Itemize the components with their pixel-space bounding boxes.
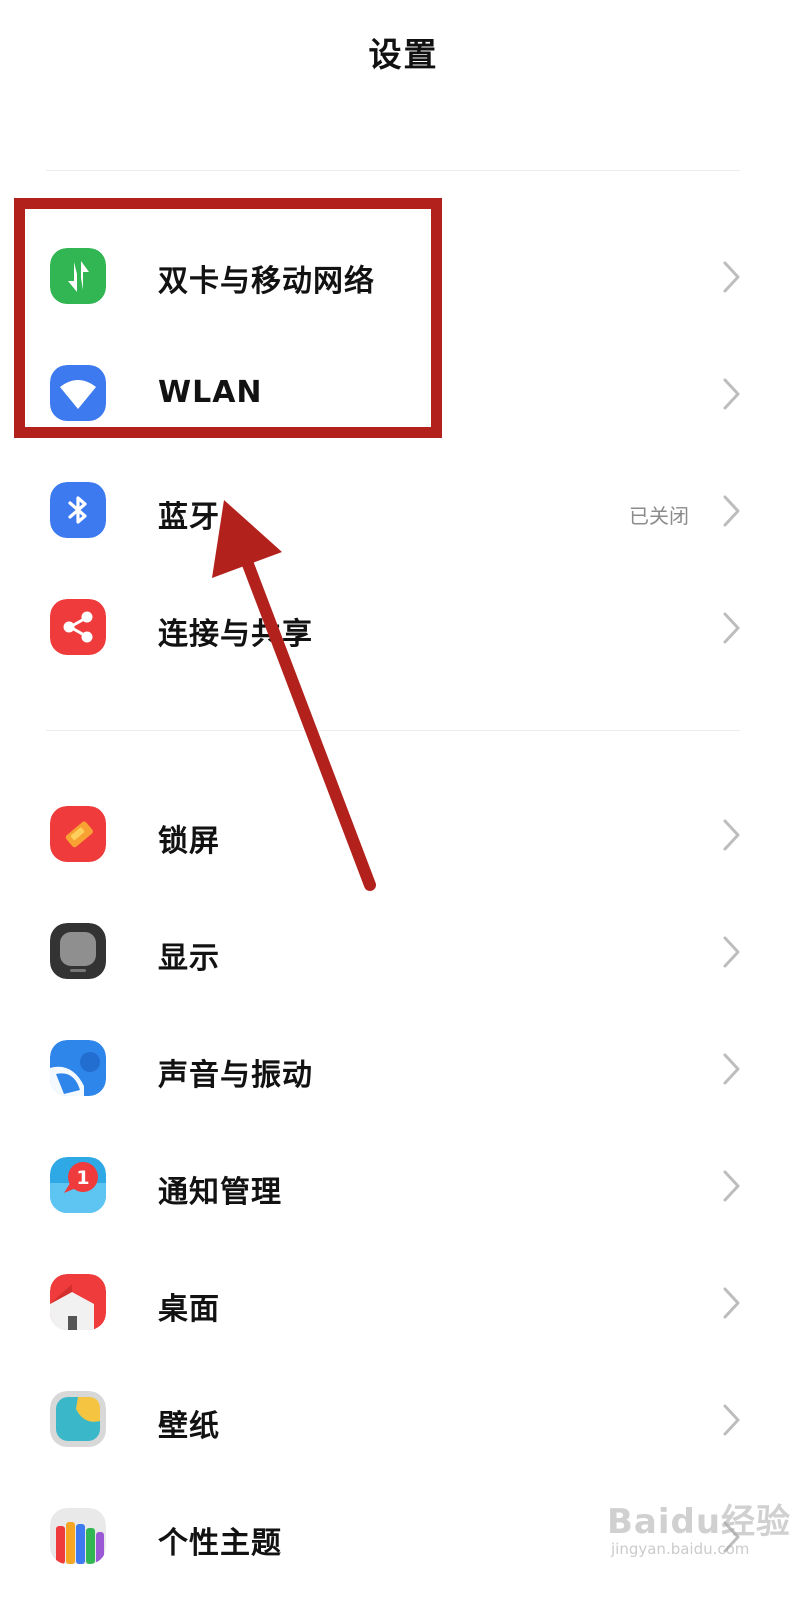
settings-item-label: 声音与振动 (158, 1058, 313, 1093)
settings-item-notifications[interactable]: 1 通知管理 (0, 1127, 807, 1244)
bluetooth-status: 已关闭 (629, 504, 689, 528)
settings-item-label: 锁屏 (158, 824, 220, 859)
highlight-box (14, 198, 442, 438)
chevron-right-icon (722, 1052, 742, 1086)
settings-item-label: 显示 (158, 941, 220, 976)
settings-item-themes[interactable]: 个性主题 (0, 1478, 807, 1595)
settings-item-label: 个性主题 (158, 1526, 282, 1561)
settings-item-label: 桌面 (158, 1292, 220, 1327)
chevron-right-icon (722, 611, 742, 645)
chevron-right-icon (722, 1169, 742, 1203)
sound-icon (50, 1040, 106, 1096)
chevron-right-icon (722, 377, 742, 411)
chevron-right-icon (722, 1520, 742, 1554)
divider (46, 170, 740, 171)
chevron-right-icon (722, 935, 742, 969)
page-title: 设置 (368, 35, 439, 74)
settings-item-connection-sharing[interactable]: 连接与共享 (0, 569, 807, 686)
settings-item-lock-screen[interactable]: 锁屏 (0, 776, 807, 893)
chevron-right-icon (722, 260, 742, 294)
home-screen-icon (50, 1274, 106, 1330)
chevron-right-icon (722, 1286, 742, 1320)
display-icon (50, 923, 106, 979)
settings-item-display[interactable]: 显示 (0, 893, 807, 1010)
settings-item-sound-vibration[interactable]: 声音与振动 (0, 1010, 807, 1127)
settings-item-wallpaper[interactable]: 壁纸 (0, 1361, 807, 1478)
settings-item-home-screen[interactable]: 桌面 (0, 1244, 807, 1361)
svg-text:1: 1 (76, 1167, 89, 1189)
settings-item-label: 壁纸 (158, 1409, 220, 1444)
settings-item-label: 通知管理 (158, 1175, 282, 1210)
themes-icon (50, 1508, 106, 1564)
settings-item-label: 连接与共享 (158, 617, 313, 652)
notification-icon: 1 (50, 1157, 106, 1213)
settings-item-label: 蓝牙 (158, 500, 220, 535)
settings-item-bluetooth[interactable]: 蓝牙 已关闭 (0, 452, 807, 569)
wallpaper-icon (50, 1391, 106, 1447)
bluetooth-icon (50, 482, 106, 538)
chevron-right-icon (722, 1403, 742, 1437)
chevron-right-icon (722, 818, 742, 852)
share-icon (50, 599, 106, 655)
divider (46, 730, 740, 731)
chevron-right-icon (722, 494, 742, 528)
lock-screen-icon (50, 806, 106, 862)
